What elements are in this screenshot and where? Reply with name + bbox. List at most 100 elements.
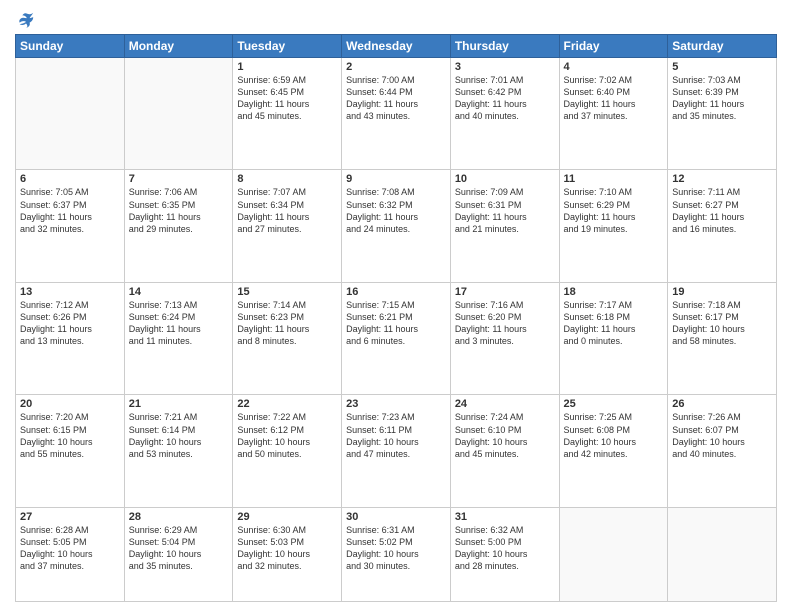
day-number: 25 — [564, 398, 664, 410]
table-row: 18Sunrise: 7:17 AM Sunset: 6:18 PM Dayli… — [559, 282, 668, 394]
day-number: 23 — [346, 398, 446, 410]
day-number: 24 — [455, 398, 555, 410]
day-number: 27 — [20, 511, 120, 523]
table-row: 24Sunrise: 7:24 AM Sunset: 6:10 PM Dayli… — [450, 395, 559, 507]
cell-details: Sunrise: 6:59 AM Sunset: 6:45 PM Dayligh… — [237, 74, 337, 123]
cell-details: Sunrise: 6:32 AM Sunset: 5:00 PM Dayligh… — [455, 524, 555, 573]
table-row: 30Sunrise: 6:31 AM Sunset: 5:02 PM Dayli… — [342, 507, 451, 601]
table-row: 5Sunrise: 7:03 AM Sunset: 6:39 PM Daylig… — [668, 58, 777, 170]
cell-details: Sunrise: 7:23 AM Sunset: 6:11 PM Dayligh… — [346, 411, 446, 460]
day-number: 26 — [672, 398, 772, 410]
table-row: 3Sunrise: 7:01 AM Sunset: 6:42 PM Daylig… — [450, 58, 559, 170]
table-row: 12Sunrise: 7:11 AM Sunset: 6:27 PM Dayli… — [668, 170, 777, 282]
cell-details: Sunrise: 7:10 AM Sunset: 6:29 PM Dayligh… — [564, 186, 664, 235]
cell-details: Sunrise: 7:03 AM Sunset: 6:39 PM Dayligh… — [672, 74, 772, 123]
day-number: 10 — [455, 173, 555, 185]
table-row: 10Sunrise: 7:09 AM Sunset: 6:31 PM Dayli… — [450, 170, 559, 282]
day-number: 14 — [129, 286, 229, 298]
day-number: 8 — [237, 173, 337, 185]
table-row: 29Sunrise: 6:30 AM Sunset: 5:03 PM Dayli… — [233, 507, 342, 601]
table-row: 15Sunrise: 7:14 AM Sunset: 6:23 PM Dayli… — [233, 282, 342, 394]
table-row: 2Sunrise: 7:00 AM Sunset: 6:44 PM Daylig… — [342, 58, 451, 170]
table-row: 1Sunrise: 6:59 AM Sunset: 6:45 PM Daylig… — [233, 58, 342, 170]
day-number: 19 — [672, 286, 772, 298]
day-number: 12 — [672, 173, 772, 185]
table-row — [668, 507, 777, 601]
calendar-week-2: 6Sunrise: 7:05 AM Sunset: 6:37 PM Daylig… — [16, 170, 777, 282]
cell-details: Sunrise: 7:08 AM Sunset: 6:32 PM Dayligh… — [346, 186, 446, 235]
cell-details: Sunrise: 7:02 AM Sunset: 6:40 PM Dayligh… — [564, 74, 664, 123]
logo-bird-icon — [17, 10, 35, 28]
day-number: 28 — [129, 511, 229, 523]
cell-details: Sunrise: 6:28 AM Sunset: 5:05 PM Dayligh… — [20, 524, 120, 573]
cell-details: Sunrise: 7:05 AM Sunset: 6:37 PM Dayligh… — [20, 186, 120, 235]
day-number: 5 — [672, 61, 772, 73]
weekday-header-tuesday: Tuesday — [233, 35, 342, 58]
table-row: 6Sunrise: 7:05 AM Sunset: 6:37 PM Daylig… — [16, 170, 125, 282]
cell-details: Sunrise: 7:18 AM Sunset: 6:17 PM Dayligh… — [672, 299, 772, 348]
cell-details: Sunrise: 7:15 AM Sunset: 6:21 PM Dayligh… — [346, 299, 446, 348]
calendar-table: SundayMondayTuesdayWednesdayThursdayFrid… — [15, 34, 777, 602]
day-number: 31 — [455, 511, 555, 523]
cell-details: Sunrise: 7:22 AM Sunset: 6:12 PM Dayligh… — [237, 411, 337, 460]
calendar-week-5: 27Sunrise: 6:28 AM Sunset: 5:05 PM Dayli… — [16, 507, 777, 601]
cell-details: Sunrise: 7:17 AM Sunset: 6:18 PM Dayligh… — [564, 299, 664, 348]
day-number: 1 — [237, 61, 337, 73]
table-row: 31Sunrise: 6:32 AM Sunset: 5:00 PM Dayli… — [450, 507, 559, 601]
table-row: 17Sunrise: 7:16 AM Sunset: 6:20 PM Dayli… — [450, 282, 559, 394]
cell-details: Sunrise: 7:13 AM Sunset: 6:24 PM Dayligh… — [129, 299, 229, 348]
cell-details: Sunrise: 7:06 AM Sunset: 6:35 PM Dayligh… — [129, 186, 229, 235]
cell-details: Sunrise: 7:09 AM Sunset: 6:31 PM Dayligh… — [455, 186, 555, 235]
cell-details: Sunrise: 7:20 AM Sunset: 6:15 PM Dayligh… — [20, 411, 120, 460]
day-number: 11 — [564, 173, 664, 185]
calendar-week-4: 20Sunrise: 7:20 AM Sunset: 6:15 PM Dayli… — [16, 395, 777, 507]
cell-details: Sunrise: 7:11 AM Sunset: 6:27 PM Dayligh… — [672, 186, 772, 235]
table-row: 26Sunrise: 7:26 AM Sunset: 6:07 PM Dayli… — [668, 395, 777, 507]
logo-text — [15, 10, 35, 28]
table-row: 7Sunrise: 7:06 AM Sunset: 6:35 PM Daylig… — [124, 170, 233, 282]
day-number: 13 — [20, 286, 120, 298]
weekday-header-monday: Monday — [124, 35, 233, 58]
table-row — [559, 507, 668, 601]
table-row — [16, 58, 125, 170]
table-row: 8Sunrise: 7:07 AM Sunset: 6:34 PM Daylig… — [233, 170, 342, 282]
weekday-header-thursday: Thursday — [450, 35, 559, 58]
table-row: 14Sunrise: 7:13 AM Sunset: 6:24 PM Dayli… — [124, 282, 233, 394]
day-number: 3 — [455, 61, 555, 73]
day-number: 18 — [564, 286, 664, 298]
logo — [15, 10, 35, 28]
calendar-week-3: 13Sunrise: 7:12 AM Sunset: 6:26 PM Dayli… — [16, 282, 777, 394]
table-row: 28Sunrise: 6:29 AM Sunset: 5:04 PM Dayli… — [124, 507, 233, 601]
table-row: 23Sunrise: 7:23 AM Sunset: 6:11 PM Dayli… — [342, 395, 451, 507]
day-number: 16 — [346, 286, 446, 298]
weekday-header-row: SundayMondayTuesdayWednesdayThursdayFrid… — [16, 35, 777, 58]
day-number: 20 — [20, 398, 120, 410]
day-number: 15 — [237, 286, 337, 298]
day-number: 22 — [237, 398, 337, 410]
cell-details: Sunrise: 6:31 AM Sunset: 5:02 PM Dayligh… — [346, 524, 446, 573]
day-number: 6 — [20, 173, 120, 185]
cell-details: Sunrise: 7:16 AM Sunset: 6:20 PM Dayligh… — [455, 299, 555, 348]
table-row: 19Sunrise: 7:18 AM Sunset: 6:17 PM Dayli… — [668, 282, 777, 394]
day-number: 29 — [237, 511, 337, 523]
table-row: 4Sunrise: 7:02 AM Sunset: 6:40 PM Daylig… — [559, 58, 668, 170]
calendar-week-1: 1Sunrise: 6:59 AM Sunset: 6:45 PM Daylig… — [16, 58, 777, 170]
page: SundayMondayTuesdayWednesdayThursdayFrid… — [0, 0, 792, 612]
cell-details: Sunrise: 7:01 AM Sunset: 6:42 PM Dayligh… — [455, 74, 555, 123]
day-number: 17 — [455, 286, 555, 298]
table-row: 22Sunrise: 7:22 AM Sunset: 6:12 PM Dayli… — [233, 395, 342, 507]
cell-details: Sunrise: 7:12 AM Sunset: 6:26 PM Dayligh… — [20, 299, 120, 348]
table-row: 20Sunrise: 7:20 AM Sunset: 6:15 PM Dayli… — [16, 395, 125, 507]
weekday-header-wednesday: Wednesday — [342, 35, 451, 58]
day-number: 7 — [129, 173, 229, 185]
table-row: 21Sunrise: 7:21 AM Sunset: 6:14 PM Dayli… — [124, 395, 233, 507]
day-number: 2 — [346, 61, 446, 73]
cell-details: Sunrise: 7:21 AM Sunset: 6:14 PM Dayligh… — [129, 411, 229, 460]
cell-details: Sunrise: 7:14 AM Sunset: 6:23 PM Dayligh… — [237, 299, 337, 348]
table-row: 13Sunrise: 7:12 AM Sunset: 6:26 PM Dayli… — [16, 282, 125, 394]
day-number: 30 — [346, 511, 446, 523]
table-row: 11Sunrise: 7:10 AM Sunset: 6:29 PM Dayli… — [559, 170, 668, 282]
day-number: 21 — [129, 398, 229, 410]
weekday-header-sunday: Sunday — [16, 35, 125, 58]
cell-details: Sunrise: 7:25 AM Sunset: 6:08 PM Dayligh… — [564, 411, 664, 460]
